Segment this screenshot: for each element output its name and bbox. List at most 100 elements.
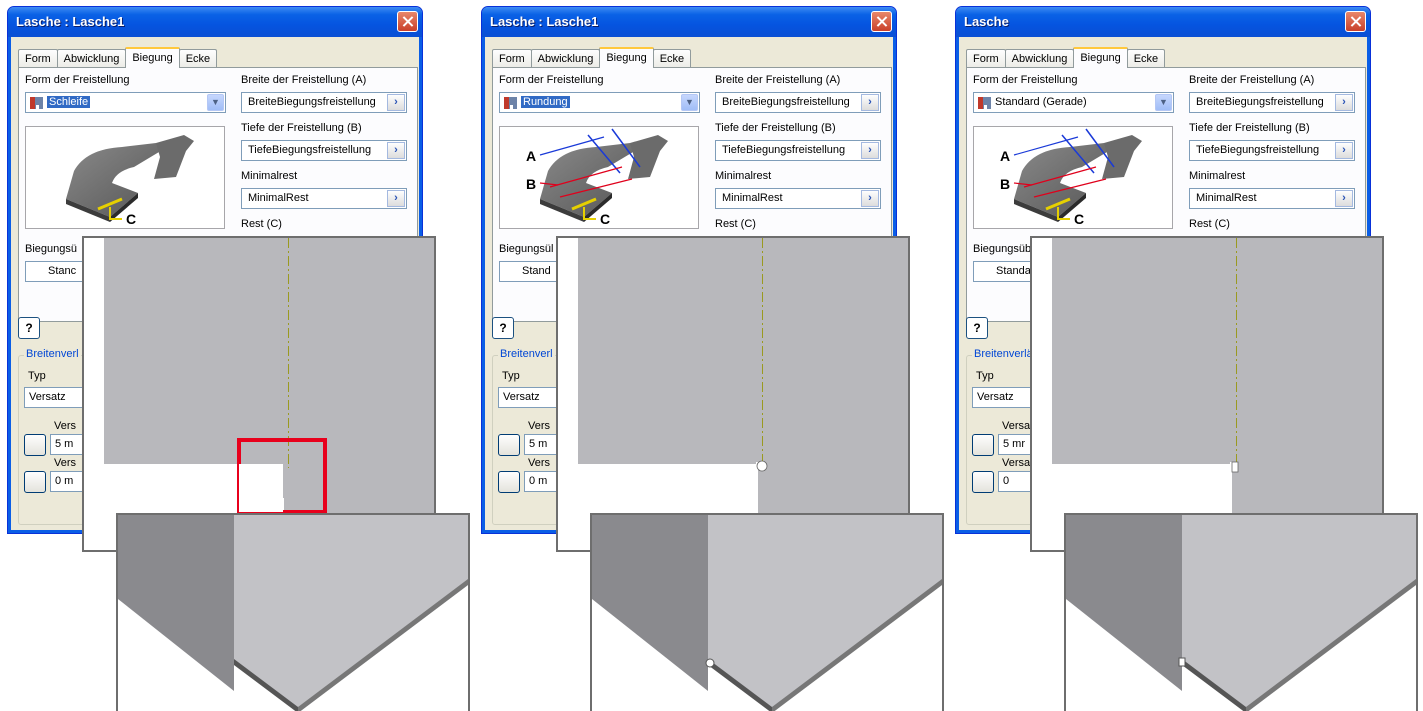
depth-label: Tiefe der Freistellung (B)	[715, 122, 836, 134]
select-arrow-icon[interactable]	[972, 471, 994, 493]
width-field[interactable]: BreiteBiegungsfreistellung ›	[715, 92, 881, 113]
select-arrow-icon[interactable]	[24, 471, 46, 493]
corner-3d-view	[590, 513, 944, 711]
corner-3d-view	[116, 513, 470, 711]
type-value: Versatz	[29, 391, 66, 403]
minimal-value: MinimalRest	[1196, 192, 1257, 204]
dialog-title: Lasche : Lasche1	[490, 14, 599, 29]
offset1-label: Versa	[1002, 420, 1031, 432]
type-label: Typ	[502, 370, 520, 382]
tab-form[interactable]: Form	[966, 49, 1006, 68]
tab-form[interactable]: Form	[492, 49, 532, 68]
relief-shape-icon	[30, 97, 43, 109]
relief-shape-value: Schleife	[47, 96, 91, 108]
minimal-value: MinimalRest	[722, 192, 783, 204]
relief-shape-combo[interactable]: Schleife ▼	[25, 92, 226, 113]
title-bar[interactable]: Lasche : Lasche1	[482, 7, 896, 37]
offset1-label: Vers	[54, 420, 77, 432]
tab-abwicklung[interactable]: Abwicklung	[56, 49, 127, 68]
depth-value: TiefeBiegungsfreistellung	[248, 144, 372, 156]
group-label: Breitenverlä	[972, 348, 1035, 360]
parameter-arrow-icon[interactable]: ›	[387, 142, 405, 159]
parameter-arrow-icon[interactable]: ›	[1335, 142, 1353, 159]
title-bar[interactable]: Lasche : Lasche1	[8, 7, 422, 37]
flat-pattern-drawing	[578, 238, 908, 550]
tab-ecke[interactable]: Ecke	[178, 49, 218, 68]
relief-shape-icon	[978, 97, 991, 109]
title-bar[interactable]: Lasche	[956, 7, 1370, 37]
relief-shape-combo[interactable]: Standard (Gerade) ▼	[973, 92, 1174, 113]
minimal-label: Minimalrest	[1189, 170, 1246, 182]
depth-label: Tiefe der Freistellung (B)	[1189, 122, 1310, 134]
close-icon[interactable]	[397, 11, 418, 32]
tab-abwicklung[interactable]: Abwicklung	[530, 49, 601, 68]
select-arrow-icon[interactable]	[24, 434, 46, 456]
parameter-arrow-icon[interactable]: ›	[387, 190, 405, 207]
depth-field[interactable]: TiefeBiegungsfreistellung ›	[241, 140, 407, 161]
tab-biegung[interactable]: Biegung	[1073, 47, 1128, 68]
panel-round-relief: Lasche : Lasche1 Form Abwicklung Biegung…	[474, 0, 948, 711]
relief-shape-label: Form der Freistellung	[25, 74, 130, 86]
close-icon[interactable]	[1345, 11, 1366, 32]
dropdown-arrow-icon[interactable]: ▼	[207, 94, 224, 111]
width-field[interactable]: BreiteBiegungsfreistellung ›	[241, 92, 407, 113]
relief-shape-label: Form der Freistellung	[499, 74, 604, 86]
help-icon[interactable]: ?	[18, 317, 40, 339]
offset1-value: 5 m	[529, 438, 548, 450]
tab-strip: Form Abwicklung Biegung Ecke	[492, 47, 692, 68]
parameter-arrow-icon[interactable]: ›	[861, 190, 879, 207]
type-label: Typ	[28, 370, 46, 382]
width-label: Breite der Freistellung (A)	[715, 74, 841, 86]
parameter-arrow-icon[interactable]: ›	[1335, 190, 1353, 207]
width-field[interactable]: BreiteBiegungsfreistellung ›	[1189, 92, 1355, 113]
help-icon[interactable]: ?	[966, 317, 988, 339]
tab-strip: Form Abwicklung Biegung Ecke	[18, 47, 218, 68]
letter-c: C	[126, 211, 136, 227]
parameter-arrow-icon[interactable]: ›	[861, 94, 879, 111]
depth-field[interactable]: TiefeBiegungsfreistellung ›	[1189, 140, 1355, 161]
tab-ecke[interactable]: Ecke	[1126, 49, 1166, 68]
depth-field[interactable]: TiefeBiegungsfreistellung ›	[715, 140, 881, 161]
tab-strip: Form Abwicklung Biegung Ecke	[966, 47, 1166, 68]
flat-pattern-drawing	[104, 238, 434, 550]
tab-ecke[interactable]: Ecke	[652, 49, 692, 68]
rest-label: Rest (C)	[715, 218, 756, 230]
minimal-field[interactable]: MinimalRest ›	[715, 188, 881, 209]
select-arrow-icon[interactable]	[498, 434, 520, 456]
offset2-value: 0	[1003, 475, 1010, 487]
relief-shape-combo[interactable]: Rundung ▼	[499, 92, 700, 113]
relief-shape-icon	[504, 97, 517, 109]
minimal-label: Minimalrest	[715, 170, 772, 182]
group-label: Breitenverl	[24, 348, 81, 360]
select-arrow-icon[interactable]	[972, 434, 994, 456]
parameter-arrow-icon[interactable]: ›	[1335, 94, 1353, 111]
dialog-title: Lasche	[964, 14, 1009, 29]
corner-3d-view	[1064, 513, 1418, 711]
width-label: Breite der Freistellung (A)	[1189, 74, 1315, 86]
help-icon[interactable]: ?	[492, 317, 514, 339]
parameter-arrow-icon[interactable]: ›	[387, 94, 405, 111]
dropdown-arrow-icon[interactable]: ▼	[681, 94, 698, 111]
transition-label: Biegungsüb	[973, 243, 1032, 255]
offset2-label: Vers	[528, 457, 551, 469]
relief-diagram: AB C	[526, 128, 668, 227]
flat-pattern-view	[82, 236, 436, 552]
parameter-arrow-icon[interactable]: ›	[861, 142, 879, 159]
minimal-field[interactable]: MinimalRest ›	[1189, 188, 1355, 209]
tab-biegung[interactable]: Biegung	[599, 47, 654, 68]
type-value: Versatz	[977, 391, 1014, 403]
tab-biegung[interactable]: Biegung	[125, 47, 180, 68]
group-label: Breitenverl	[498, 348, 555, 360]
transition-value: Stand	[522, 265, 551, 277]
relief-shape-value: Rundung	[521, 96, 570, 108]
width-value: BreiteBiegungsfreistellung	[722, 96, 850, 108]
dropdown-arrow-icon[interactable]: ▼	[1155, 94, 1172, 111]
tab-form[interactable]: Form	[18, 49, 58, 68]
offset2-label: Versa	[1002, 457, 1031, 469]
letter-a: A	[1000, 148, 1010, 164]
close-icon[interactable]	[871, 11, 892, 32]
offset1-value: 5 m	[55, 438, 74, 450]
select-arrow-icon[interactable]	[498, 471, 520, 493]
minimal-field[interactable]: MinimalRest ›	[241, 188, 407, 209]
tab-abwicklung[interactable]: Abwicklung	[1004, 49, 1075, 68]
